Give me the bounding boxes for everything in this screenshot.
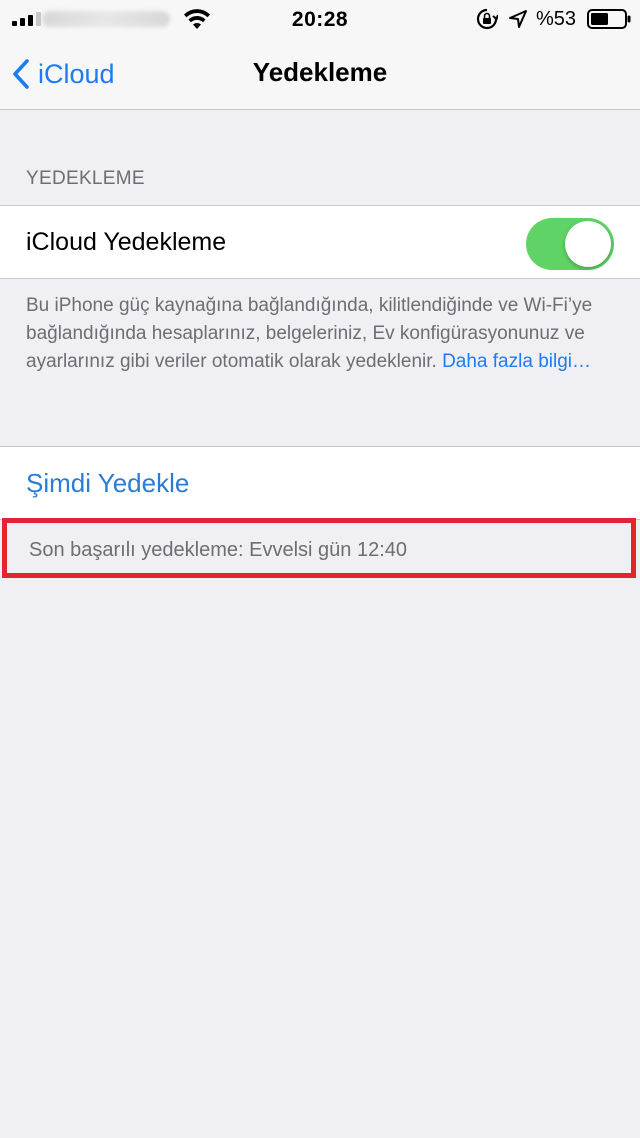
- icloud-backup-label: iCloud Yedekleme: [26, 228, 227, 256]
- icloud-backup-toggle[interactable]: [526, 218, 614, 270]
- navigation-bar: iCloud Yedekleme: [0, 40, 640, 110]
- rotation-lock-icon: [476, 8, 498, 30]
- backup-now-button[interactable]: Şimdi Yedekle: [26, 468, 189, 499]
- section-header: YEDEKLEME: [26, 168, 145, 189]
- backup-description: Bu iPhone güç kaynağına bağlandığında, k…: [26, 292, 626, 376]
- last-backup-status: Son başarılı yedekleme: Evvelsi gün 12:4…: [29, 539, 407, 561]
- toggle-knob: [565, 221, 611, 267]
- location-icon: [509, 10, 527, 28]
- learn-more-link[interactable]: Daha fazla bilgi…: [442, 351, 591, 372]
- status-bar: 20:28 %53: [0, 0, 640, 40]
- battery-percent: %53: [536, 8, 577, 30]
- screen: 20:28 %53 iCloud Yedekleme YEDEKLEME iCl…: [0, 0, 640, 1138]
- backup-now-cell[interactable]: Şimdi Yedekle: [0, 446, 640, 520]
- highlight-box: Son başarılı yedekleme: Evvelsi gün 12:4…: [2, 518, 636, 578]
- page-title: Yedekleme: [252, 57, 388, 87]
- battery-icon: [587, 9, 631, 29]
- icloud-backup-cell: iCloud Yedekleme: [0, 205, 640, 279]
